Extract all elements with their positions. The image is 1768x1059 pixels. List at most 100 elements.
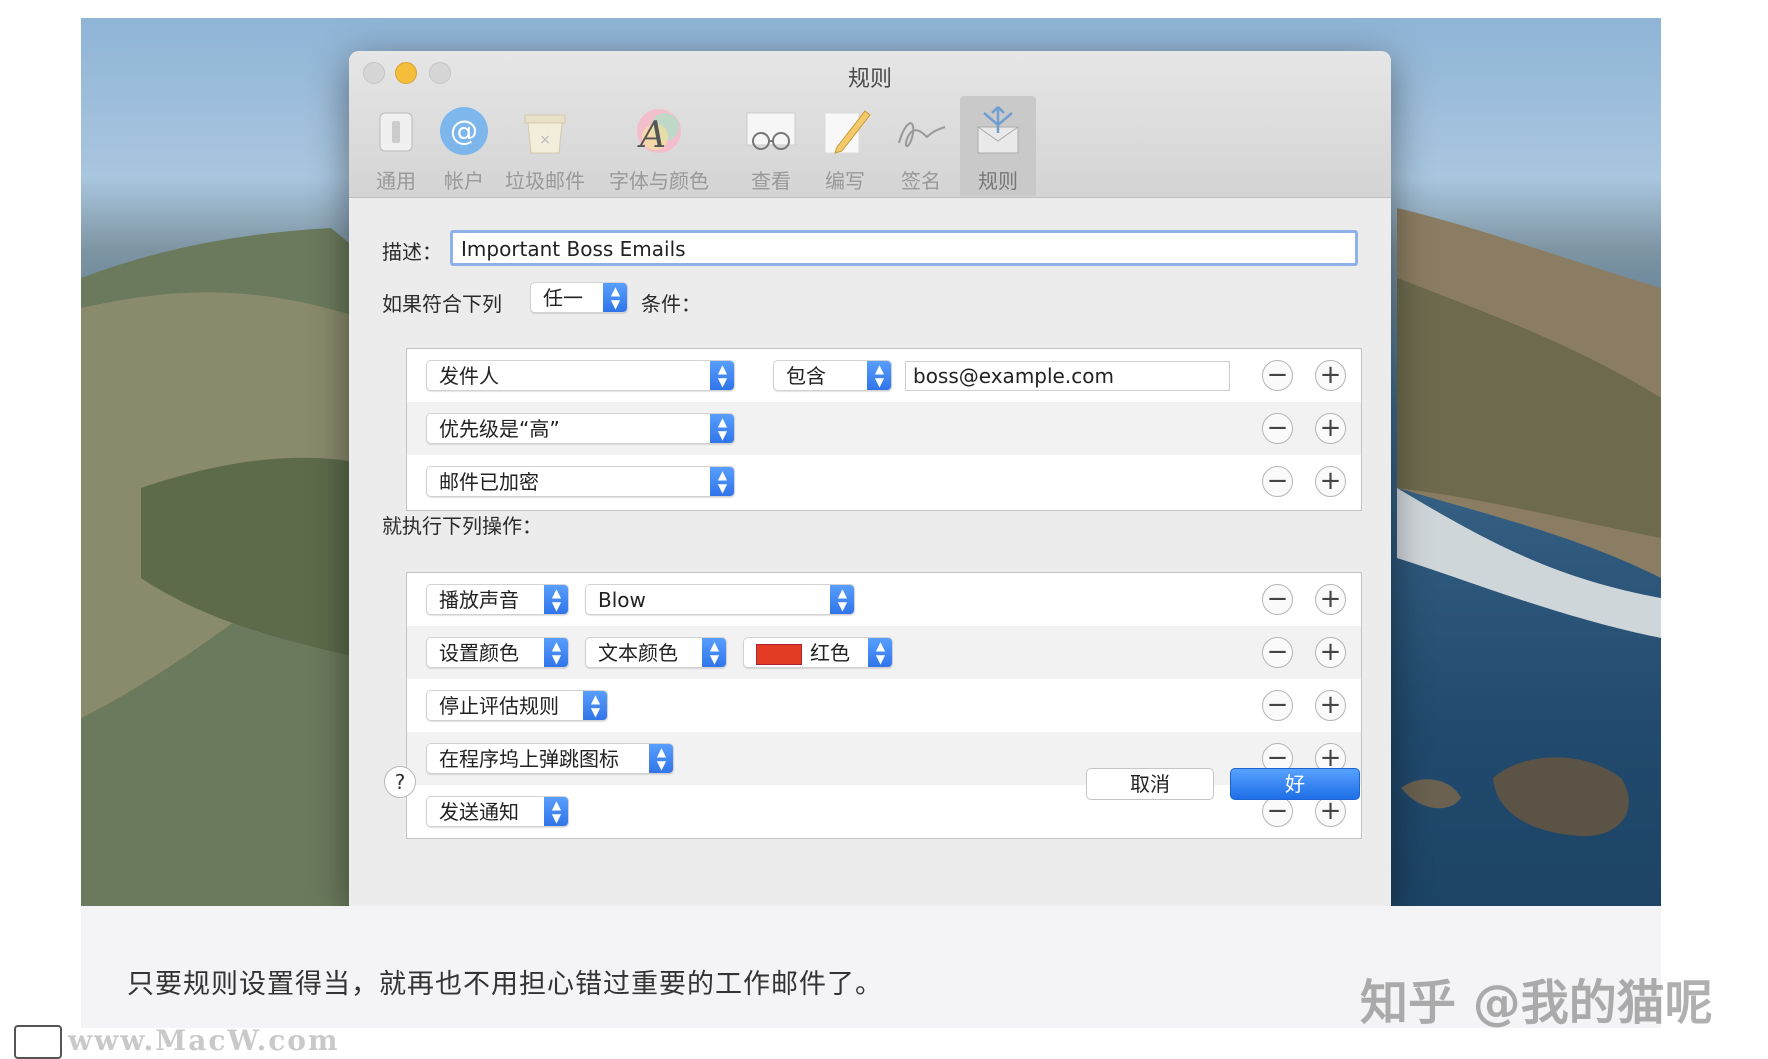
pencil-icon bbox=[824, 110, 871, 154]
chevron-up-down-icon: ▲ ▼ bbox=[702, 638, 726, 667]
rules-preferences-window: 规则 通用 @ 帐户 × 垃圾邮件 A 字体与颜色 查看 编写 签名 规则 描述… bbox=[349, 51, 1391, 906]
condition-field-value: 优先级是“高” bbox=[439, 417, 560, 441]
switch-icon bbox=[379, 112, 413, 152]
condition-field-popup[interactable]: 发件人 ▲ ▼ bbox=[426, 360, 735, 391]
add-action-button[interactable]: + bbox=[1315, 584, 1346, 615]
remove-action-button[interactable]: − bbox=[1262, 637, 1293, 668]
junk-mail-icon: × bbox=[524, 114, 566, 154]
actions-list: 播放声音 ▲▼ Blow ▲▼ − + 设置颜色 ▲▼ 文本颜色 ▲▼ bbox=[406, 572, 1362, 839]
match-value: 任一 bbox=[543, 286, 583, 310]
toolbar-label: 规则 bbox=[978, 169, 1018, 193]
toolbar-item-accounts[interactable]: @ 帐户 bbox=[426, 96, 502, 196]
action-popup[interactable]: 播放声音 ▲ ▼ bbox=[426, 584, 569, 615]
condition-row: 邮件已加密 ▲ ▼ − + bbox=[407, 455, 1361, 508]
remove-action-button[interactable]: − bbox=[1262, 584, 1293, 615]
remove-condition-button[interactable]: − bbox=[1262, 360, 1293, 391]
action-row: 在程序坞上弹跳图标 ▲ ▼ − + bbox=[407, 732, 1361, 785]
at-sign-icon: @ bbox=[440, 107, 488, 155]
signature-icon bbox=[898, 122, 946, 148]
svg-text:A: A bbox=[637, 115, 666, 156]
add-action-button[interactable]: + bbox=[1315, 690, 1346, 721]
macw-logo-icon bbox=[14, 1025, 62, 1059]
condition-field-value: 发件人 bbox=[439, 364, 499, 388]
condition-value-field[interactable]: boss@example.com bbox=[905, 361, 1230, 391]
chevron-up-down-icon: ▲ ▼ bbox=[830, 585, 854, 614]
action-row: 停止评估规则 ▲ ▼ − + bbox=[407, 679, 1361, 732]
condition-field-value: 邮件已加密 bbox=[439, 470, 539, 494]
if-label: 如果符合下列 bbox=[382, 292, 502, 316]
chevron-up-down-icon: ▲ ▼ bbox=[710, 361, 734, 390]
svg-text:@: @ bbox=[450, 114, 478, 147]
description-field[interactable]: Important Boss Emails bbox=[450, 230, 1358, 266]
help-button[interactable]: ? bbox=[384, 766, 416, 798]
chevron-up-down-icon: ▲ ▼ bbox=[867, 361, 891, 390]
remove-condition-button[interactable]: − bbox=[1262, 466, 1293, 497]
remove-action-button[interactable]: − bbox=[1262, 690, 1293, 721]
toolbar-item-fonts-colors[interactable]: A 字体与颜色 bbox=[609, 96, 709, 196]
add-action-button[interactable]: + bbox=[1315, 796, 1346, 827]
title-bar: 规则 通用 @ 帐户 × 垃圾邮件 A 字体与颜色 查看 编写 签名 规则 bbox=[349, 51, 1391, 198]
toolbar-item-rules[interactable]: 规则 bbox=[960, 96, 1036, 196]
sound-value: Blow bbox=[598, 588, 646, 612]
cancel-button[interactable]: 取消 bbox=[1086, 768, 1214, 800]
rules-envelope-icon bbox=[977, 106, 1019, 154]
glasses-icon bbox=[746, 112, 796, 150]
toolbar-label: 字体与颜色 bbox=[609, 169, 709, 193]
conditions-list: 发件人 ▲ ▼ 包含 ▲ ▼ boss@example.com − + 优先级是“高… bbox=[406, 348, 1362, 511]
rule-editor-sheet: 描述： Important Boss Emails 如果符合下列 任一 ▲ ▼ 条… bbox=[349, 198, 1391, 906]
action-value: 停止评估规则 bbox=[439, 694, 559, 718]
color-swatch bbox=[756, 644, 802, 665]
toolbar-item-junk[interactable]: × 垃圾邮件 bbox=[505, 96, 585, 196]
action-popup[interactable]: 设置颜色 ▲ ▼ bbox=[426, 637, 569, 668]
remove-action-button[interactable]: − bbox=[1262, 796, 1293, 827]
svg-text:×: × bbox=[539, 132, 551, 148]
color-value: 红色 bbox=[810, 641, 850, 665]
action-value: 在程序坞上弹跳图标 bbox=[439, 747, 619, 771]
site-watermark: www.MacW.com bbox=[68, 1024, 340, 1057]
caption-text: 只要规则设置得当，就再也不用担心错过重要的工作邮件了。 bbox=[127, 969, 883, 1000]
chevron-up-down-icon: ▲ ▼ bbox=[544, 638, 568, 667]
condition-field-popup[interactable]: 优先级是“高” ▲ ▼ bbox=[426, 413, 735, 444]
action-row: 播放声音 ▲ ▼ Blow ▲ ▼ − + bbox=[407, 573, 1361, 626]
color-target-value: 文本颜色 bbox=[598, 641, 678, 665]
action-popup[interactable]: 停止评估规则 ▲ ▼ bbox=[426, 690, 608, 721]
conditions-label: 条件： bbox=[641, 292, 701, 316]
add-condition-button[interactable]: + bbox=[1315, 413, 1346, 444]
action-value: 发送通知 bbox=[439, 800, 519, 824]
description-label: 描述： bbox=[382, 240, 442, 264]
ok-button[interactable]: 好 bbox=[1230, 768, 1360, 800]
add-condition-button[interactable]: + bbox=[1315, 466, 1346, 497]
color-target-popup[interactable]: 文本颜色 ▲ ▼ bbox=[585, 637, 727, 668]
chevron-up-down-icon: ▲ ▼ bbox=[544, 797, 568, 826]
match-popup[interactable]: 任一 ▲ ▼ bbox=[530, 282, 628, 313]
action-row: 设置颜色 ▲ ▼ 文本颜色 ▲ ▼ 红色 ▲ ▼ − + bbox=[407, 626, 1361, 679]
action-value: 设置颜色 bbox=[439, 641, 519, 665]
action-popup[interactable]: 发送通知 ▲ ▼ bbox=[426, 796, 569, 827]
condition-row: 优先级是“高” ▲ ▼ − + bbox=[407, 402, 1361, 455]
toolbar-label: 垃圾邮件 bbox=[505, 169, 585, 193]
chevron-up-down-icon: ▲ ▼ bbox=[583, 691, 607, 720]
sound-popup[interactable]: Blow ▲ ▼ bbox=[585, 584, 855, 615]
chevron-up-down-icon: ▲ ▼ bbox=[649, 744, 673, 773]
condition-field-popup[interactable]: 邮件已加密 ▲ ▼ bbox=[426, 466, 735, 497]
action-popup[interactable]: 在程序坞上弹跳图标 ▲ ▼ bbox=[426, 743, 674, 774]
chevron-up-down-icon: ▲ ▼ bbox=[868, 638, 892, 667]
window-title: 规则 bbox=[847, 67, 892, 92]
chevron-up-down-icon: ▲ ▼ bbox=[603, 283, 627, 312]
chevron-up-down-icon: ▲ ▼ bbox=[710, 414, 734, 443]
chevron-up-down-icon: ▲ ▼ bbox=[544, 585, 568, 614]
remove-condition-button[interactable]: − bbox=[1262, 413, 1293, 444]
color-popup[interactable]: 红色 ▲ ▼ bbox=[743, 637, 893, 668]
condition-operator-value: 包含 bbox=[786, 364, 826, 388]
add-condition-button[interactable]: + bbox=[1315, 360, 1346, 391]
add-action-button[interactable]: + bbox=[1315, 637, 1346, 668]
chevron-up-down-icon: ▲ ▼ bbox=[710, 467, 734, 496]
toolbar-item-signatures[interactable]: 签名 bbox=[883, 96, 959, 196]
condition-operator-popup[interactable]: 包含 ▲ ▼ bbox=[773, 360, 892, 391]
action-value: 播放声音 bbox=[439, 588, 519, 612]
toolbar-item-composing[interactable]: 编写 bbox=[807, 96, 883, 196]
fonts-colors-icon: A bbox=[637, 109, 681, 156]
action-row: 发送通知 ▲ ▼ − + bbox=[407, 785, 1361, 838]
zhihu-watermark: 知乎 @我的猫呢 bbox=[1360, 975, 1713, 1031]
condition-row: 发件人 ▲ ▼ 包含 ▲ ▼ boss@example.com − + bbox=[407, 349, 1361, 402]
